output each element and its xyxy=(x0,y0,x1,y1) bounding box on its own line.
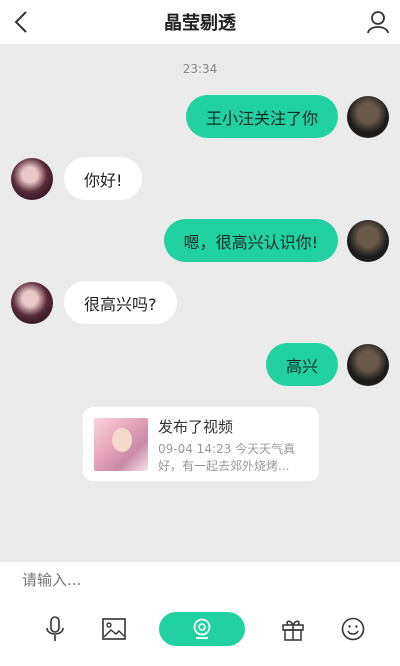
image-button[interactable] xyxy=(99,614,129,644)
message-bubble-sent[interactable]: 高兴 xyxy=(265,343,338,386)
video-thumbnail xyxy=(94,418,148,471)
emoji-button[interactable] xyxy=(338,614,368,644)
page-title: 晶莹剔透 xyxy=(164,13,236,34)
avatar-contact[interactable] xyxy=(11,282,53,324)
card-title: 发布了视频 xyxy=(158,418,234,436)
message-row-sent: 高兴 xyxy=(0,342,400,388)
input-bar xyxy=(0,562,400,602)
camera-icon xyxy=(193,618,211,639)
card-description: 09-04 14:23 今天天气真好，有一起去郊外烧烤... xyxy=(158,442,296,473)
message-row-received: 很高兴吗? xyxy=(0,280,400,326)
gift-button[interactable] xyxy=(278,614,308,644)
message-row-received: 你好! xyxy=(0,156,400,202)
avatar-contact[interactable] xyxy=(11,158,53,200)
avatar-self[interactable] xyxy=(347,344,389,386)
video-post-card[interactable]: 发布了视频 09-04 14:23 今天天气真好，有一起去郊外烧烤... xyxy=(83,407,319,481)
message-bubble-received[interactable]: 很高兴吗? xyxy=(64,281,177,324)
camera-button[interactable] xyxy=(159,612,245,646)
message-bubble-sent[interactable]: 王小汪关注了你 xyxy=(185,95,338,138)
message-input[interactable] xyxy=(22,571,382,589)
user-icon xyxy=(367,11,389,34)
avatar-self[interactable] xyxy=(347,220,389,262)
image-icon xyxy=(102,618,126,640)
gift-icon xyxy=(282,620,304,641)
timestamp: 23:34 xyxy=(182,62,218,76)
message-bubble-received[interactable]: 你好! xyxy=(64,157,143,200)
header-bar: 晶莹剔透 xyxy=(0,0,400,44)
message-row-sent: 嗯，很高兴认识你! xyxy=(0,218,400,264)
chat-area[interactable]: 23:34 王小汪关注了你 你好! 嗯，很高兴认识你! 很高兴吗? 高兴 23:… xyxy=(0,44,400,562)
emoji-icon xyxy=(341,617,365,641)
microphone-icon xyxy=(46,616,64,641)
avatar-self[interactable] xyxy=(347,96,389,138)
message-bubble-sent[interactable]: 嗯，很高兴认识你! xyxy=(163,219,338,262)
profile-button[interactable] xyxy=(362,6,394,38)
voice-button[interactable] xyxy=(40,614,70,644)
input-toolbar xyxy=(0,602,400,666)
chevron-left-icon xyxy=(14,11,27,33)
message-row-sent: 王小汪关注了你 xyxy=(0,94,400,140)
back-button[interactable] xyxy=(6,7,36,37)
